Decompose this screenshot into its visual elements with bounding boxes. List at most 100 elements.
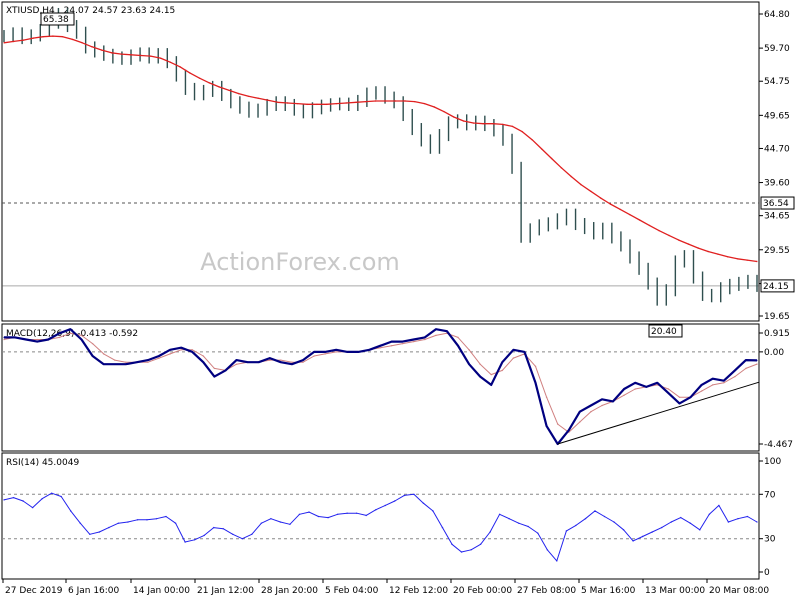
data-point-moving-average [462,120,465,122]
data-point-macd [390,340,393,343]
data-point-moving-average [3,41,5,44]
data-point-rsi [146,519,148,521]
data-point-rsi [413,493,415,496]
data-point-signal [335,351,338,353]
data-point-moving-average [570,175,572,178]
data-point-moving-average [443,110,445,113]
data-point-moving-average [697,247,700,249]
data-point-moving-average [629,213,631,216]
data-point-macd [257,361,260,363]
data-point-macd [523,351,526,353]
data-point-moving-average [638,219,641,221]
x-tick-label: 5 Mar 16:00 [581,586,636,596]
data-point-macd [36,340,39,343]
data-point-rsi [374,509,377,511]
data-point-moving-average [12,40,15,43]
data-point-moving-average [81,41,84,44]
data-point-rsi [613,521,615,523]
data-point-moving-average [482,122,484,125]
price-annotations: 65.38 20.40 36.54 24.15 [40,12,795,338]
data-point-macd [678,402,681,405]
annotation-label: 36.54 [763,199,789,209]
data-point-rsi [651,531,653,533]
data-point-signal [623,394,625,396]
data-point-signal [412,340,415,343]
macd-series-group [3,328,760,446]
y-tick-label: 0 [764,568,770,578]
data-point-signal [169,353,171,355]
data-point-moving-average [404,100,406,102]
data-point-macd [346,351,349,353]
data-point-macd [689,396,692,399]
data-point-moving-average [306,103,308,106]
data-point-rsi [212,526,215,529]
rsi-series-group [3,492,758,562]
data-point-moving-average [756,260,758,263]
data-point-signal [678,396,681,399]
data-point-moving-average [580,183,582,186]
data-point-rsi [60,495,62,498]
data-point-moving-average [286,102,289,104]
data-point-signal [423,338,426,341]
data-point-moving-average [550,157,553,160]
y-tick-label: 30 [764,535,776,545]
data-point-macd [357,351,360,353]
data-point-rsi [403,494,406,497]
x-tick-label: 28 Jan 20:00 [261,586,318,596]
y-tick-label: 0.00 [764,348,784,358]
data-point-signal [534,365,537,368]
data-point-signal [125,361,127,363]
data-point-macd [457,344,459,347]
data-point-moving-average [189,72,191,74]
data-point-signal [745,367,747,370]
data-point-moving-average [267,99,269,102]
data-point-signal [401,342,404,345]
data-point-rsi [756,521,758,523]
data-point-rsi [660,526,663,529]
data-point-rsi [308,511,310,513]
data-point-rsi [260,522,263,524]
data-point-macd [69,328,72,330]
data-point-moving-average [208,82,211,84]
data-point-signal [435,334,437,337]
data-point-moving-average [746,259,749,261]
data-point-moving-average [110,51,113,54]
data-point-macd [291,363,293,366]
data-point-rsi [165,515,167,518]
data-point-macd [711,377,714,380]
rsi-panel-frame [1,452,760,580]
data-point-macd [545,425,548,427]
data-point-signal [545,396,548,399]
data-point-macd [235,359,238,361]
data-point-moving-average [335,102,338,105]
data-point-rsi [641,535,644,538]
series-line-rsi [3,492,758,562]
data-point-macd [756,359,758,362]
watermark-text: ActionForex.com [200,248,400,276]
data-point-moving-average [736,258,739,260]
rsi-reference-lines [2,493,759,540]
x-tick-label: 13 Mar 00:00 [645,586,705,596]
data-point-macd [213,375,216,378]
y-tick-label: 54.75 [764,77,790,87]
data-point-moving-average [228,89,230,92]
data-point-rsi [327,516,329,519]
data-point-moving-average [521,130,524,133]
data-point-rsi [441,526,444,529]
data-point-macd [280,361,282,363]
data-point-moving-average [609,203,612,205]
data-point-moving-average [599,197,602,199]
data-point-moving-average [717,253,719,255]
data-point-signal [512,357,515,359]
data-point-macd [268,357,271,359]
data-point-signal [58,336,61,339]
data-point-macd [58,332,61,335]
data-point-moving-average [355,101,357,104]
y-tick-label: 70 [764,490,776,500]
data-point-moving-average [707,250,709,253]
data-point-signal [202,355,205,357]
data-point-signal [479,363,481,366]
data-point-signal [235,363,238,366]
data-point-rsi [422,502,425,504]
data-point-macd [136,361,138,363]
